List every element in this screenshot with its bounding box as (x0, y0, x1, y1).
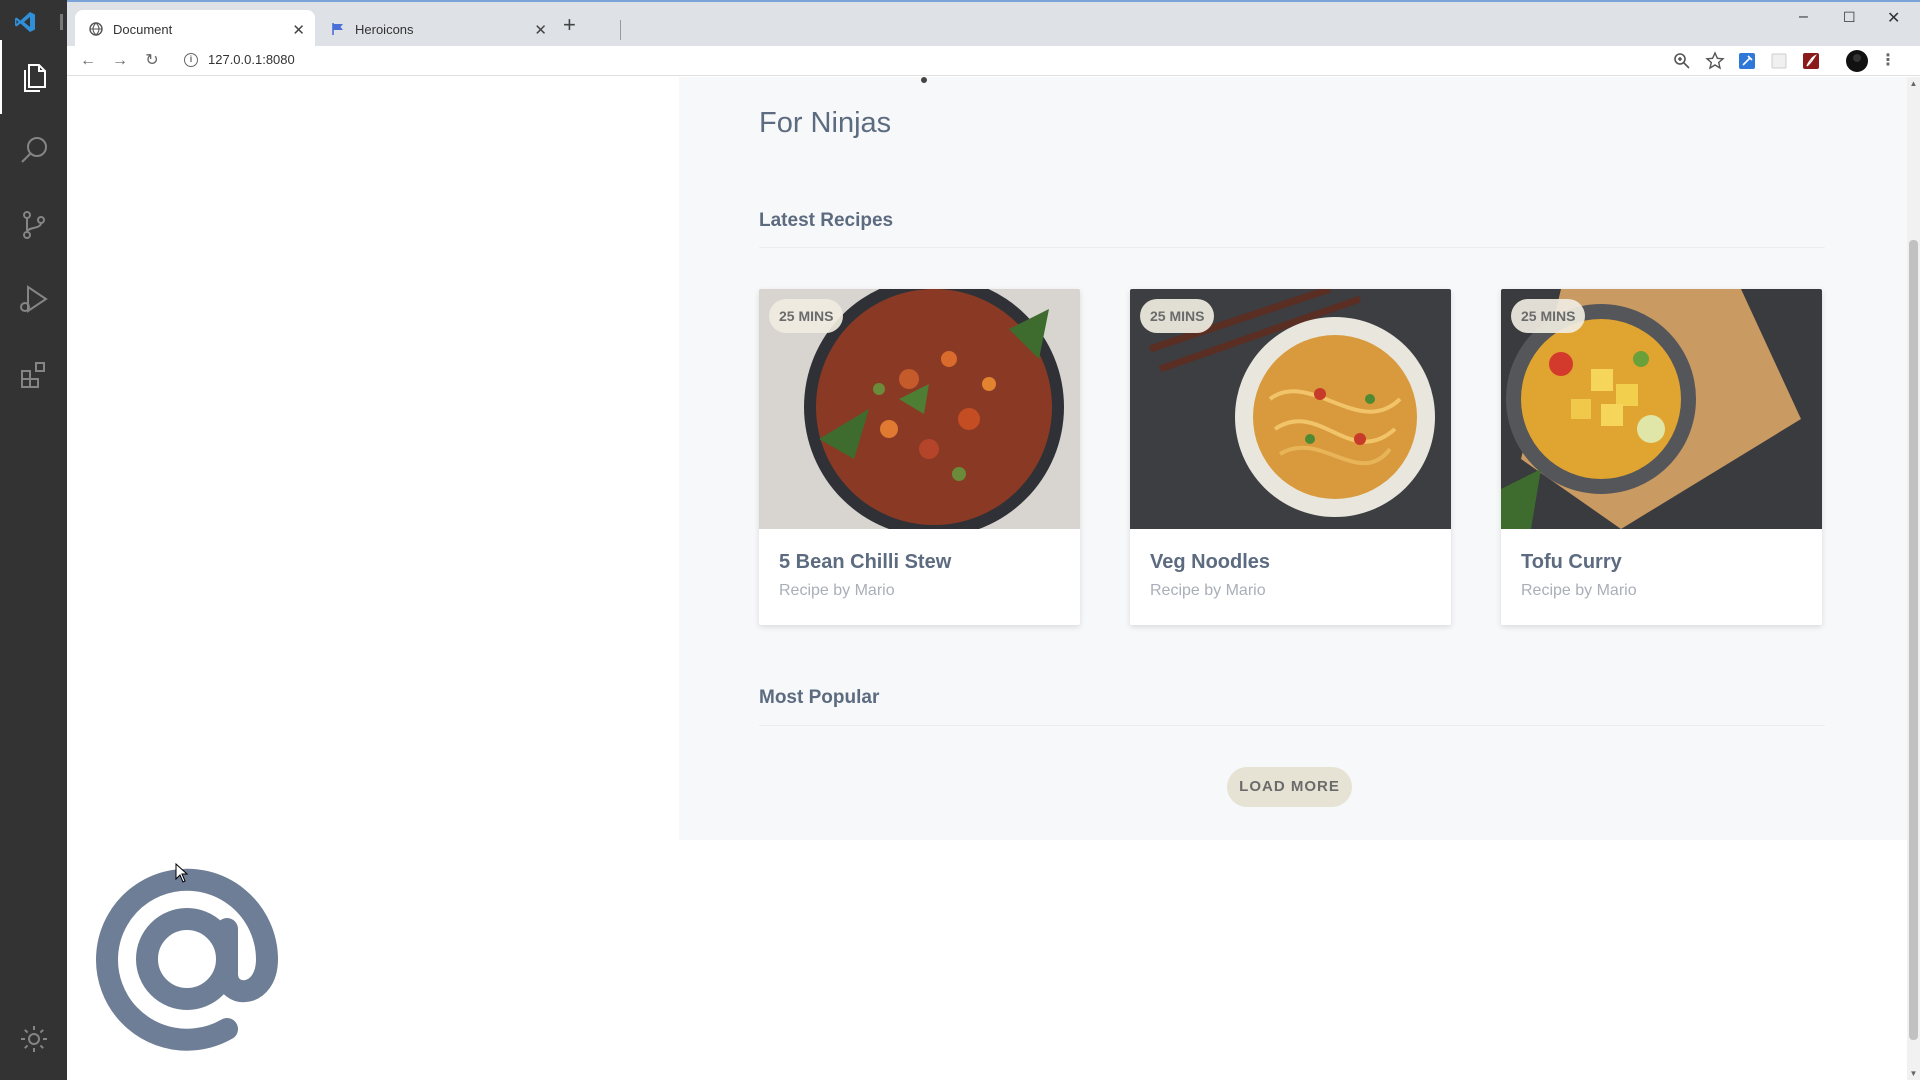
extensions-button[interactable] (0, 338, 67, 412)
recipe-card[interactable]: 25 MINS Veg Noodles Recipe by Mario (1130, 289, 1451, 625)
maximize-button[interactable]: ☐ (1843, 9, 1856, 26)
zoom-icon[interactable] (1672, 51, 1692, 71)
recipe-byline: Recipe by Mario (779, 582, 895, 599)
files-icon (23, 64, 46, 92)
close-window-button[interactable]: ✕ (1887, 8, 1900, 28)
latest-recipes-heading: Latest Recipes (759, 210, 894, 231)
new-tab-button[interactable]: + (563, 12, 576, 38)
search-button[interactable] (0, 114, 67, 188)
explorer-button[interactable] (0, 40, 67, 114)
close-tab-icon[interactable]: ✕ (534, 21, 547, 39)
cook-time-badge: 25 MINS (1511, 299, 1586, 333)
avatar[interactable] (1845, 49, 1869, 73)
decorative-dot (921, 77, 927, 83)
screen: Document ✕ Heroicons ✕ + – ☐ ✕ ← → ↻ i 1… (0, 0, 1920, 1080)
run-debug-icon (19, 285, 48, 313)
vscode-logo-icon (15, 12, 35, 32)
forward-arrow-icon[interactable]: → (111, 52, 129, 70)
extension-blank-icon[interactable] (1769, 51, 1789, 71)
recipe-card[interactable]: 25 MINS 5 Bean Chilli Stew Recipe by Mar… (759, 289, 1080, 625)
tab-label: Heroicons (355, 21, 414, 37)
page-subtitle: For Ninjas (759, 107, 892, 139)
recipe-title: 5 Bean Chilli Stew (779, 551, 952, 573)
settings-button[interactable] (0, 1002, 67, 1076)
tab-document[interactable]: Document ✕ (75, 10, 315, 48)
tab-divider (620, 20, 621, 40)
menu-dots-icon[interactable]: ⋮ (1879, 52, 1897, 70)
tab-heroicons[interactable]: Heroicons ✕ (317, 10, 557, 48)
load-more-button[interactable]: LOAD MORE (1227, 767, 1352, 807)
section-divider (759, 247, 1825, 248)
flag-icon (331, 22, 345, 36)
gear-icon (20, 1026, 47, 1052)
recipe-title: Tofu Curry (1521, 551, 1622, 573)
tab-label: Document (113, 21, 173, 37)
section-divider (759, 725, 1825, 726)
scrollbar-thumb[interactable] (1909, 240, 1918, 1040)
info-icon: i (184, 52, 198, 67)
mouse-cursor-icon (175, 863, 189, 883)
scroll-up-arrow-icon[interactable]: ▲ (1909, 79, 1918, 88)
browser-toolbar: ← → ↻ i 127.0.0.1:8080 ⋮ (67, 46, 1920, 76)
extensions-icon (20, 362, 45, 388)
reload-icon[interactable]: ↻ (143, 52, 161, 70)
recipe-image-tofu-curry: 25 MINS (1501, 289, 1822, 529)
address-bar[interactable]: i 127.0.0.1:8080 (184, 52, 295, 67)
pdf-extension-icon[interactable] (1801, 51, 1821, 71)
star-icon[interactable] (1705, 51, 1725, 71)
web-page: For Ninjas Latest Recipes 25 MINS 5 Bean… (67, 77, 1907, 1080)
recipe-title: Veg Noodles (1150, 551, 1271, 573)
run-debug-button[interactable] (0, 262, 67, 336)
page-scrollbar[interactable]: ▲ ▼ (1907, 77, 1920, 1080)
recipe-image-veg-noodles: 25 MINS (1130, 289, 1451, 529)
source-control-icon (22, 211, 45, 239)
search-icon (20, 137, 47, 163)
most-popular-heading: Most Popular (759, 687, 880, 708)
at-sign-logo-icon (96, 868, 278, 1051)
browser-tab-bar: Document ✕ Heroicons ✕ + – ☐ ✕ (67, 0, 1920, 48)
back-arrow-icon[interactable]: ← (79, 52, 97, 70)
recipe-byline: Recipe by Mario (1150, 582, 1266, 599)
url-text: 127.0.0.1:8080 (208, 52, 295, 67)
activity-bar (0, 0, 67, 1080)
recipe-card[interactable]: 25 MINS Tofu Curry Recipe by Mario (1501, 289, 1822, 625)
source-control-button[interactable] (0, 188, 67, 262)
close-tab-icon[interactable]: ✕ (292, 21, 305, 39)
globe-icon (89, 22, 103, 36)
recipe-image-chilli-stew: 25 MINS (759, 289, 1080, 529)
scroll-down-arrow-icon[interactable]: ▼ (1909, 1069, 1918, 1078)
cook-time-badge: 25 MINS (769, 299, 844, 333)
activity-separator (60, 14, 63, 30)
minimize-button[interactable]: – (1799, 8, 1808, 26)
recipe-byline: Recipe by Mario (1521, 582, 1637, 599)
extension-edit-icon[interactable] (1737, 51, 1757, 71)
cook-time-badge: 25 MINS (1140, 299, 1215, 333)
